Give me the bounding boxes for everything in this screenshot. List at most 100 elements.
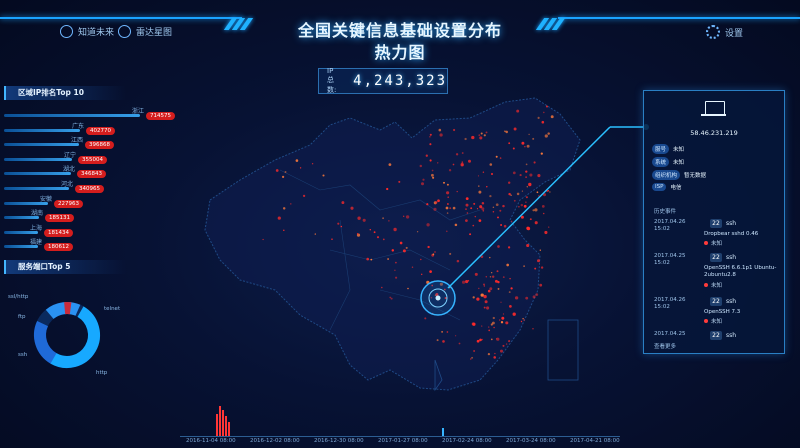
- heat-dot: [429, 133, 432, 136]
- detail-field: 组织机构 暂无数据: [652, 170, 706, 180]
- status: 未知: [704, 281, 722, 289]
- top10-region: 湖北: [62, 166, 75, 174]
- heat-dot: [522, 317, 524, 320]
- heat-dot: [477, 175, 480, 177]
- heat-dot: [453, 128, 456, 132]
- heat-dot: [526, 226, 530, 230]
- shield-icon: [60, 25, 73, 38]
- heat-dot: [550, 115, 554, 119]
- heat-dot: [523, 204, 527, 208]
- heat-dot: [481, 207, 485, 211]
- heat-dot: [382, 238, 385, 241]
- heat-dot: [448, 169, 452, 172]
- protocol: ssh: [726, 220, 737, 227]
- heat-dot: [520, 320, 523, 323]
- top-frame-line-right: [558, 17, 800, 19]
- heat-dot: [456, 259, 460, 263]
- heat-dot: [422, 178, 425, 181]
- top10-value-badge: 346843: [77, 170, 106, 179]
- heat-dot: [442, 340, 445, 343]
- heat-dot: [509, 305, 512, 308]
- heat-dot: [532, 137, 535, 140]
- heat-dot: [483, 285, 485, 287]
- heat-dot: [499, 209, 502, 212]
- heat-dot: [486, 306, 490, 310]
- timeline-axis: [180, 436, 620, 437]
- top10-region: 广东: [71, 122, 84, 130]
- heat-dot: [366, 257, 370, 261]
- heat-dot: [387, 258, 390, 260]
- heat-dot: [369, 228, 372, 231]
- timeline-label: 2016-12-30 08:00: [314, 438, 364, 444]
- heat-dot: [395, 276, 398, 279]
- heat-dot: [496, 270, 499, 273]
- port-label-ssh: ssh: [18, 352, 28, 358]
- nav-radar[interactable]: 雷达星图: [118, 25, 172, 38]
- heat-dot: [495, 203, 499, 207]
- heat-dot: [532, 295, 536, 299]
- settings-button[interactable]: 设置: [706, 25, 743, 39]
- heat-dot: [449, 207, 452, 209]
- timeline-spike: [225, 416, 227, 436]
- port-label-http: http: [96, 370, 108, 376]
- port-badge: 22: [710, 253, 722, 262]
- heat-dot: [489, 275, 492, 278]
- heat-dot: [455, 153, 459, 156]
- heat-dot: [419, 164, 423, 168]
- heat-dot: [500, 321, 504, 324]
- heat-dot: [357, 216, 361, 220]
- heat-dot: [478, 219, 482, 222]
- heat-dot: [548, 226, 550, 228]
- heat-dot: [452, 163, 455, 166]
- heat-dot: [407, 287, 409, 290]
- heat-dot: [490, 172, 494, 176]
- heat-dot: [426, 203, 429, 206]
- heat-dot: [544, 230, 548, 235]
- top10-value-badge: 402770: [86, 126, 115, 135]
- china-heatmap: [204, 97, 649, 392]
- heat-dot: [494, 352, 496, 355]
- heat-dot: [505, 343, 508, 345]
- heat-dot: [479, 338, 482, 342]
- heat-dot: [525, 163, 528, 166]
- heat-dot: [512, 147, 515, 150]
- heat-dot: [395, 261, 397, 264]
- timeline-label: 2017-01-27 08:00: [378, 438, 428, 444]
- heat-dot: [439, 133, 443, 137]
- heat-dot: [507, 246, 511, 249]
- heat-dot: [525, 296, 529, 300]
- view-more-link[interactable]: 查看更多: [654, 342, 676, 350]
- heat-dot: [543, 111, 545, 114]
- heat-dot: [299, 167, 302, 169]
- heat-dot: [430, 173, 434, 177]
- heat-dot: [526, 243, 530, 248]
- heat-dot: [487, 289, 491, 293]
- heat-dot: [394, 269, 396, 271]
- nav-zhidao[interactable]: 知道未来: [60, 25, 114, 38]
- heat-dot: [483, 294, 487, 299]
- heat-dot: [277, 216, 281, 220]
- heat-dot: [356, 233, 359, 235]
- heat-dot: [502, 276, 505, 278]
- timeline-cursor[interactable]: [442, 428, 444, 436]
- heat-dot: [425, 154, 428, 157]
- status: 未知: [704, 239, 722, 247]
- heat-dot: [483, 283, 485, 286]
- heat-dot: [433, 207, 437, 211]
- heat-dot: [478, 134, 481, 137]
- heat-dot: [532, 209, 535, 212]
- port-label-telnet: telnet: [104, 306, 121, 312]
- heat-dot: [470, 207, 473, 210]
- heat-dot: [495, 155, 498, 158]
- heat-dot: [491, 272, 493, 274]
- map-outline: [204, 97, 581, 391]
- heat-dot: [488, 329, 491, 332]
- heat-dot: [529, 218, 532, 221]
- detail-field: 服号 未知: [652, 144, 684, 154]
- heat-dot: [547, 132, 550, 135]
- heat-dot: [510, 220, 513, 223]
- heat-dot: [465, 203, 469, 207]
- heat-dot: [481, 325, 483, 327]
- heat-dot: [495, 338, 498, 340]
- heat-dot: [532, 328, 534, 330]
